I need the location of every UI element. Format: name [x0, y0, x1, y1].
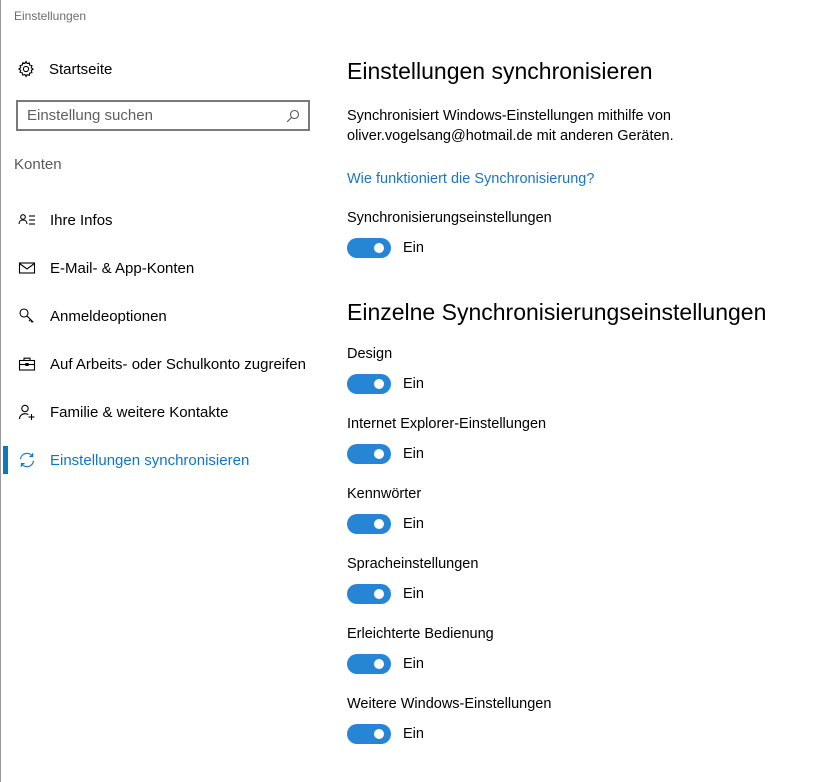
key-icon [18, 307, 36, 325]
toggle-design[interactable] [347, 374, 391, 394]
help-link[interactable]: Wie funktioniert die Synchronisierung? [347, 171, 594, 187]
toggle-state: Ein [403, 726, 424, 742]
toggle-knob [374, 379, 384, 389]
toggle-state: Ein [403, 516, 424, 532]
search-input[interactable] [27, 107, 286, 124]
setting-row-accessibility: Ein [347, 654, 424, 674]
toggle-state: Ein [403, 376, 424, 392]
sidebar-item-work-school[interactable]: Auf Arbeits- oder Schulkonto zugreifen [1, 340, 331, 388]
toggle-state: Ein [403, 586, 424, 602]
setting-row-design: Ein [347, 374, 424, 394]
toggle-accessibility[interactable] [347, 654, 391, 674]
toggle-knob [374, 659, 384, 669]
sidebar-item-label: Auf Arbeits- oder Schulkonto zugreifen [50, 355, 306, 373]
home-link[interactable]: Startseite [17, 58, 112, 80]
setting-label-accessibility: Erleichterte Bedienung [347, 626, 494, 642]
settings-window: Einstellungen Startseite Konten [0, 0, 836, 782]
toggle-knob [374, 519, 384, 529]
sidebar-item-label: Anmeldeoptionen [50, 307, 167, 325]
toggle-knob [374, 729, 384, 739]
toggle-other[interactable] [347, 724, 391, 744]
search-box [16, 100, 310, 131]
toggle-state: Ein [403, 656, 424, 672]
sidebar-item-your-info[interactable]: Ihre Infos [1, 196, 331, 244]
add-person-icon [18, 403, 36, 421]
setting-label-design: Design [347, 346, 393, 362]
setting-label-passwords: Kennwörter [347, 486, 422, 502]
gear-icon [17, 60, 35, 78]
sidebar-item-email-accounts[interactable]: E-Mail- & App-Konten [1, 244, 331, 292]
toggle-knob [374, 589, 384, 599]
sync-description: Synchronisiert Windows-Einstellungen mit… [347, 108, 674, 144]
toggle-knob [374, 449, 384, 459]
setting-row-passwords: Ein [347, 514, 424, 534]
setting-label-other: Weitere Windows-Einstellungen [347, 696, 552, 712]
page-title: Einstellungen synchronisieren [347, 58, 653, 84]
sidebar-item-label: Familie & weitere Kontakte [50, 403, 229, 421]
section-title: Einzelne Synchronisierungseinstellungen [347, 299, 767, 325]
search-icon[interactable] [286, 109, 300, 123]
toggle-knob [374, 243, 384, 253]
toggle-language[interactable] [347, 584, 391, 604]
setting-row-other: Ein [347, 724, 424, 744]
sidebar-item-label: Ihre Infos [50, 211, 113, 229]
sidebar-item-sign-in-options[interactable]: Anmeldeoptionen [1, 292, 331, 340]
contact-card-icon [18, 211, 36, 229]
toggle-state: Ein [403, 240, 424, 256]
master-sync-label: Synchronisierungseinstellungen [347, 210, 552, 226]
home-label: Startseite [49, 60, 113, 78]
master-sync-toggle[interactable] [347, 238, 391, 258]
setting-row-language: Ein [347, 584, 424, 604]
sidebar-item-label: E-Mail- & App-Konten [50, 259, 195, 277]
sync-icon [18, 451, 36, 469]
mail-icon [18, 259, 36, 277]
sidebar-item-sync[interactable]: Einstellungen synchronisieren [1, 436, 331, 484]
setting-label-language: Spracheinstellungen [347, 556, 479, 572]
briefcase-icon [18, 355, 36, 373]
toggle-ie[interactable] [347, 444, 391, 464]
section-label: Konten [14, 156, 62, 173]
toggle-passwords[interactable] [347, 514, 391, 534]
sidebar: Startseite Konten [1, 0, 331, 782]
master-sync-row: Ein [347, 238, 424, 258]
sidebar-item-family[interactable]: Familie & weitere Kontakte [1, 388, 331, 436]
sidebar-item-label: Einstellungen synchronisieren [50, 451, 250, 469]
setting-label-ie: Internet Explorer-Einstellungen [347, 416, 547, 432]
setting-row-ie: Ein [347, 444, 424, 464]
sidebar-nav: Ihre Infos E-Mail- & App-Konten Anmeldeo… [1, 196, 331, 484]
toggle-state: Ein [403, 446, 424, 462]
